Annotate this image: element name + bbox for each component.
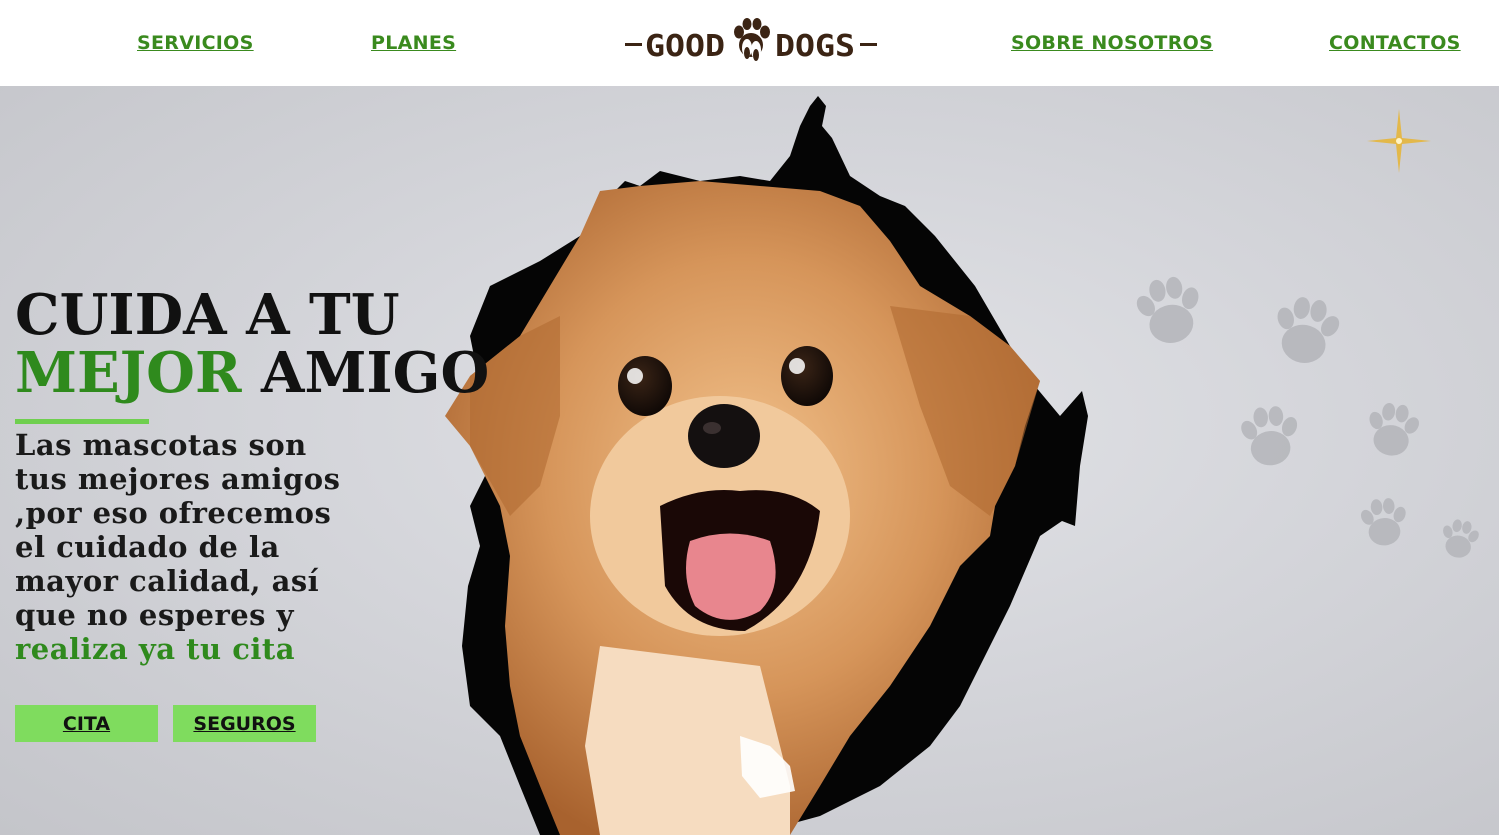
good-dogs-logo[interactable]: GOOD DOGS xyxy=(623,14,881,70)
sparkle-icon xyxy=(1367,109,1431,173)
headline-line-2-rest: AMIGO xyxy=(241,340,490,406)
nav-link-contactos[interactable]: CONTACTOS xyxy=(1329,32,1461,54)
headline-divider xyxy=(15,419,149,424)
logo-word-good: GOOD xyxy=(645,29,725,64)
paw-print-icon xyxy=(1130,272,1210,349)
paw-logo-icon xyxy=(734,18,770,61)
paw-print-icon xyxy=(1236,404,1304,468)
logo-graphic: GOOD DOGS xyxy=(625,18,877,64)
hero-description: Las mascotas son tus mejores amigos ,por… xyxy=(15,428,355,666)
headline-line-1: CUIDA A TU xyxy=(15,282,400,348)
hero-description-cta: realiza ya tu cita xyxy=(15,632,296,666)
top-nav: SERVICIOS PLANES GOOD DOGS SOBRE NOSOTRO… xyxy=(0,0,1499,86)
hero-section: CUIDA A TU MEJOR AMIGO Las mascotas son … xyxy=(0,86,1499,835)
nav-link-servicios[interactable]: SERVICIOS xyxy=(137,32,254,54)
nav-link-planes[interactable]: PLANES xyxy=(371,32,456,54)
paw-print-icon xyxy=(1266,292,1346,369)
hero-headline: CUIDA A TU MEJOR AMIGO xyxy=(15,286,489,402)
paw-print-icon xyxy=(1357,496,1411,548)
headline-accent-word: MEJOR xyxy=(15,340,242,406)
paw-print-icon xyxy=(1362,400,1424,460)
hero-description-text: Las mascotas son tus mejores amigos ,por… xyxy=(15,428,341,632)
paw-prints xyxy=(1130,272,1483,561)
logo-word-dogs: DOGS xyxy=(775,29,855,64)
nav-link-sobre-nosotros[interactable]: SOBRE NOSOTROS xyxy=(1011,32,1213,54)
cita-button[interactable]: CITA xyxy=(15,705,158,742)
seguros-button[interactable]: SEGUROS xyxy=(173,705,316,742)
paw-print-icon xyxy=(1436,516,1483,561)
